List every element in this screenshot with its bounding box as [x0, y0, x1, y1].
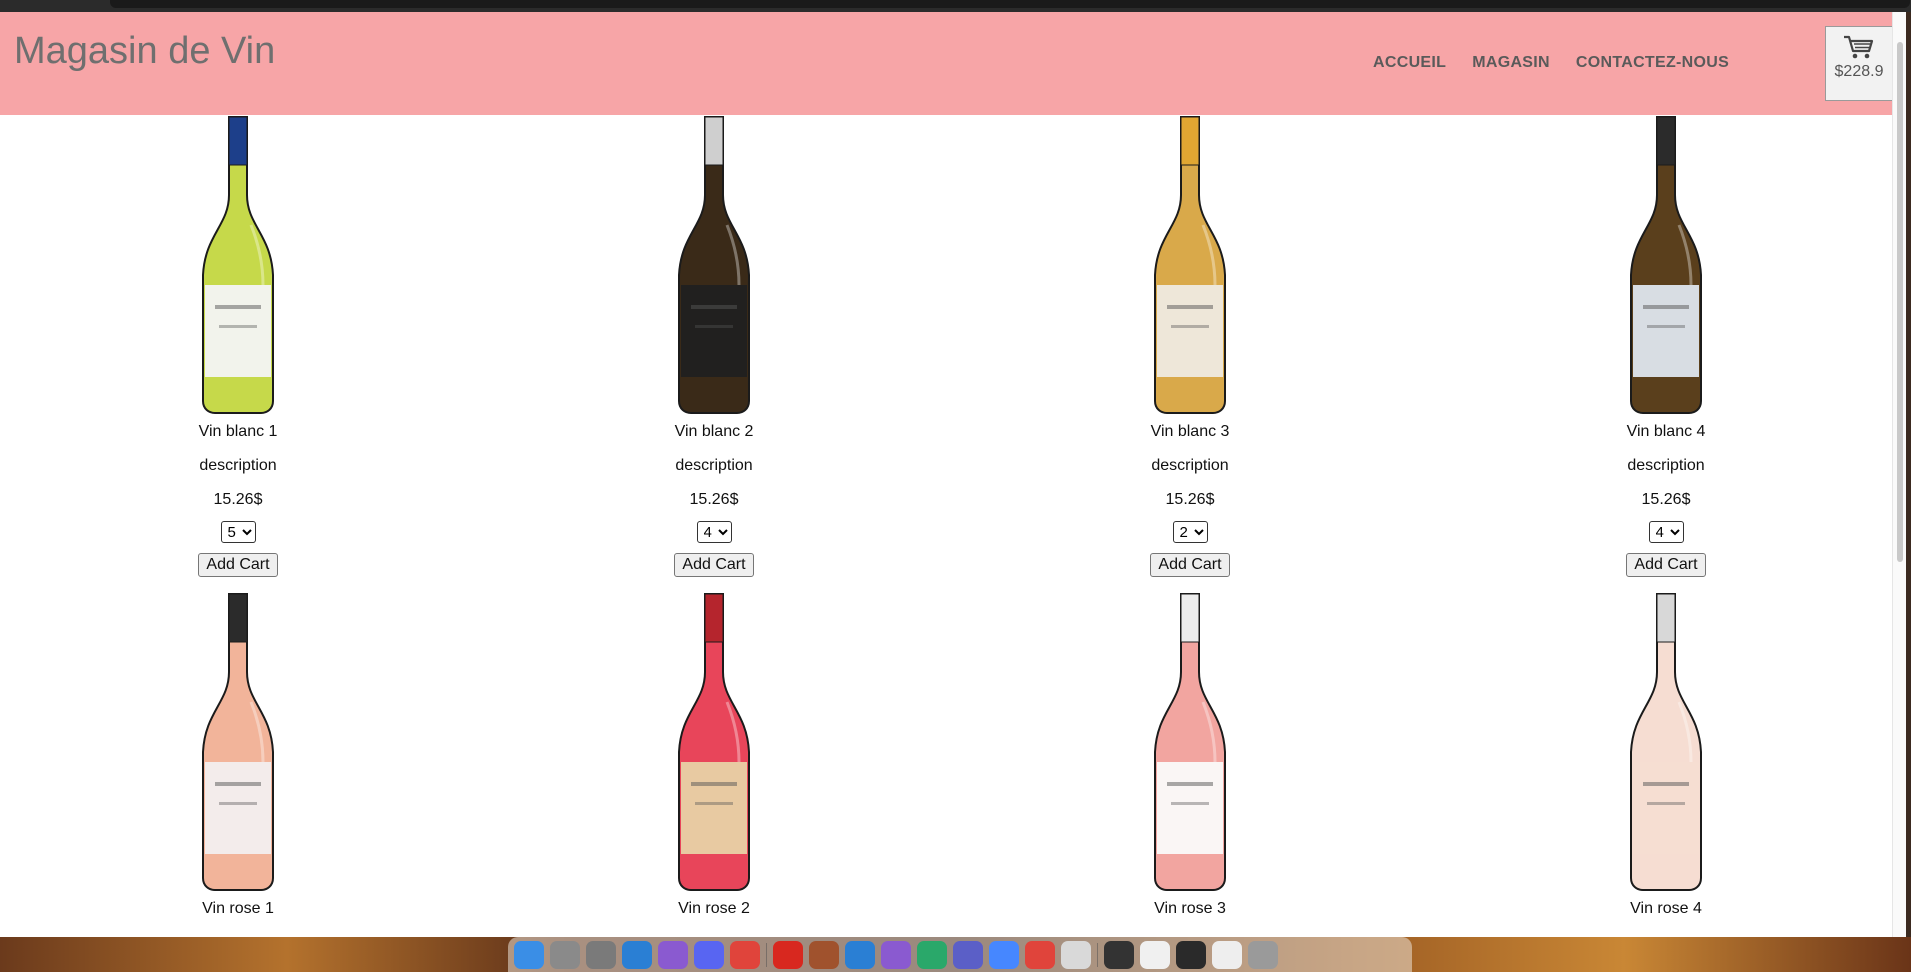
- dock: [508, 937, 1412, 972]
- add-cart-button[interactable]: Add Cart: [674, 553, 754, 577]
- brand-title[interactable]: Magasin de Vin: [14, 30, 275, 73]
- cart-total: $228.9: [1834, 63, 1884, 80]
- preview-icon[interactable]: [1061, 940, 1091, 969]
- vscode-icon[interactable]: [622, 940, 652, 969]
- product-name: Vin rose 4: [1630, 900, 1702, 917]
- window-thumbnail-icon[interactable]: [1176, 940, 1206, 969]
- product-name: Vin blanc 3: [1150, 423, 1230, 440]
- wine-bottle-image[interactable]: [1621, 115, 1711, 415]
- nav-links: ACCUEIL MAGASIN CONTACTEZ-NOUS: [1373, 54, 1729, 72]
- trash-icon[interactable]: [1248, 940, 1278, 969]
- add-cart-button[interactable]: Add Cart: [198, 553, 278, 577]
- nav-contactez-nous[interactable]: CONTACTEZ-NOUS: [1576, 54, 1729, 72]
- product-name: Vin rose 1: [202, 900, 274, 917]
- product-description: description: [675, 457, 753, 474]
- product-description: description: [1151, 457, 1229, 474]
- product-name: Vin blanc 2: [674, 423, 754, 440]
- wine-bottle-image[interactable]: [669, 592, 759, 892]
- browser-top-strip: [0, 0, 1911, 12]
- visual-studio-icon[interactable]: [881, 940, 911, 969]
- add-cart-button[interactable]: Add Cart: [1150, 553, 1230, 577]
- product-name: Vin blanc 4: [1626, 423, 1706, 440]
- vscode-insiders-icon[interactable]: [917, 940, 947, 969]
- quantity-select[interactable]: 12345: [1172, 521, 1208, 543]
- wine-bottle-image[interactable]: [1145, 115, 1235, 415]
- window-thumbnail-icon[interactable]: [1140, 940, 1170, 969]
- product-description: description: [199, 457, 277, 474]
- product-card: Vin blanc 3 description 15.26$ 12345 Add Car…: [1090, 115, 1290, 577]
- window-thumbnail-icon[interactable]: [1212, 940, 1242, 969]
- wine-bottle-image[interactable]: [1145, 592, 1235, 892]
- wine-bottle-image[interactable]: [193, 115, 283, 415]
- discord-icon[interactable]: [694, 940, 724, 969]
- quantity-select[interactable]: 12345: [220, 521, 256, 543]
- visual-studio-icon[interactable]: [658, 940, 688, 969]
- product-price: 15.26$: [1641, 491, 1691, 508]
- product-name: Vin rose 2: [678, 900, 750, 917]
- product-name: Vin rose 3: [1154, 900, 1226, 917]
- quantity-select[interactable]: 12345: [696, 521, 732, 543]
- chrome-icon[interactable]: [730, 940, 760, 969]
- wine-bottle-image[interactable]: [669, 115, 759, 415]
- nav-accueil[interactable]: ACCUEIL: [1373, 54, 1446, 72]
- product-card: Vin blanc 2 description 15.26$ 12345 Add Car…: [614, 115, 814, 577]
- cart-button[interactable]: $228.9: [1825, 26, 1893, 101]
- product-card: Vin blanc 1 description 15.26$ 12345 Add Car…: [138, 115, 338, 577]
- quantity-select[interactable]: 12345: [1648, 521, 1684, 543]
- dock-separator: [766, 942, 767, 967]
- acrobat-icon[interactable]: [773, 940, 803, 969]
- product-card: Vin rose 2: [614, 592, 814, 926]
- nordvpn-icon[interactable]: [989, 940, 1019, 969]
- scrollbar[interactable]: [1892, 12, 1906, 937]
- nav-magasin[interactable]: MAGASIN: [1472, 54, 1550, 72]
- product-price: 15.26$: [1165, 491, 1215, 508]
- wine-bottle-image[interactable]: [193, 592, 283, 892]
- winrar-icon[interactable]: [809, 940, 839, 969]
- dock-separator: [1097, 942, 1098, 967]
- add-cart-button[interactable]: Add Cart: [1626, 553, 1706, 577]
- product-card: Vin rose 4: [1566, 592, 1766, 926]
- product-card: Vin rose 3: [1090, 592, 1290, 926]
- cart-icon: [1844, 35, 1874, 59]
- product-card: Vin rose 1: [138, 592, 338, 926]
- product-description: description: [1627, 457, 1705, 474]
- system-preferences-icon[interactable]: [586, 940, 616, 969]
- window-thumbnail-icon[interactable]: [1104, 940, 1134, 969]
- wine-bottle-image[interactable]: [1621, 592, 1711, 892]
- vscode-icon[interactable]: [845, 940, 875, 969]
- teams-icon[interactable]: [953, 940, 983, 969]
- product-price: 15.26$: [213, 491, 263, 508]
- product-card: Vin blanc 4 description 15.26$ 12345 Add Car…: [1566, 115, 1766, 577]
- product-name: Vin blanc 1: [198, 423, 278, 440]
- navbar: Magasin de Vin ACCUEIL MAGASIN CONTACTEZ…: [0, 12, 1906, 115]
- launchpad-icon[interactable]: [550, 940, 580, 969]
- product-price: 15.26$: [689, 491, 739, 508]
- finder-icon[interactable]: [514, 940, 544, 969]
- chrome-icon[interactable]: [1025, 940, 1055, 969]
- browser-viewport: Magasin de Vin ACCUEIL MAGASIN CONTACTEZ…: [0, 12, 1906, 937]
